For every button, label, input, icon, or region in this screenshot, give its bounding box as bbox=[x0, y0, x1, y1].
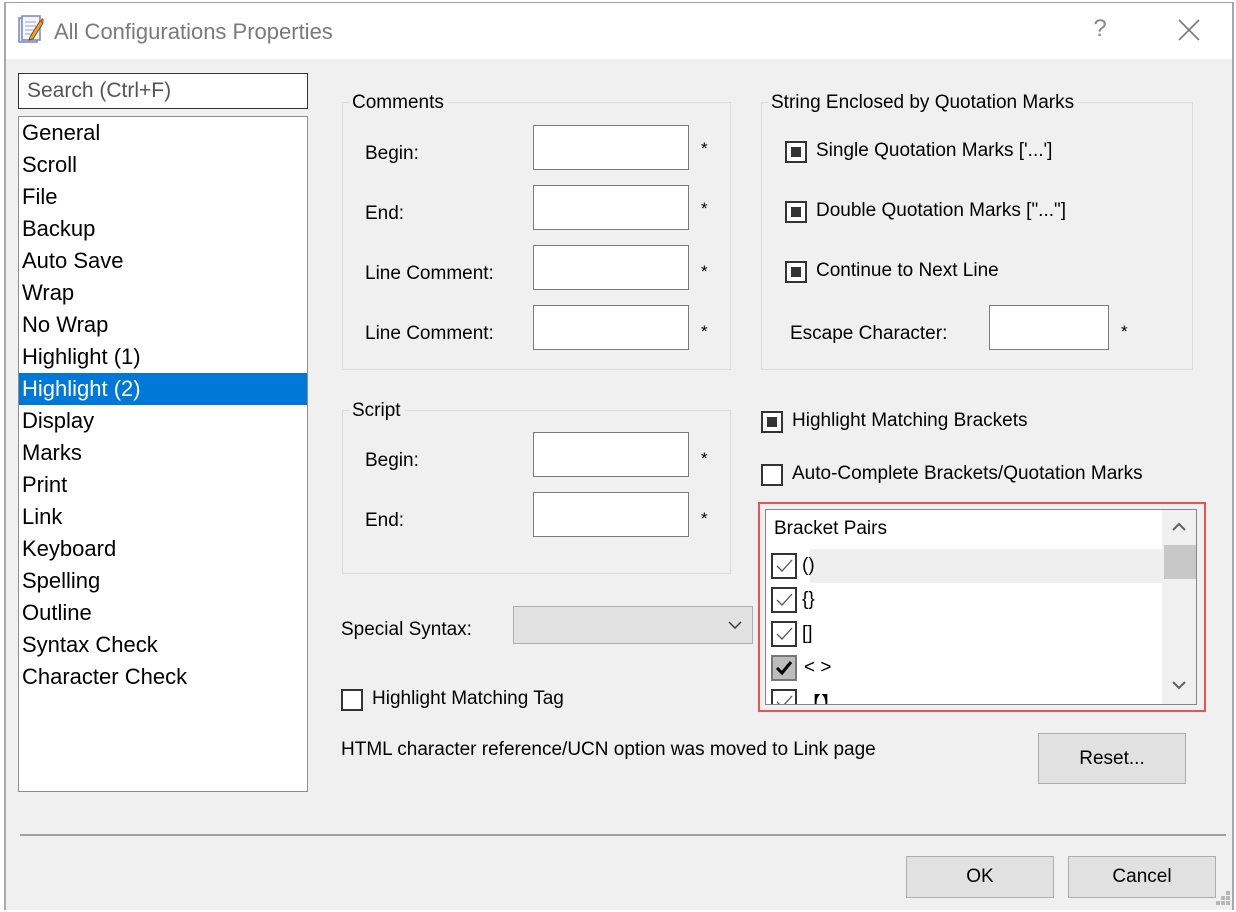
bracket-pair-label: < > bbox=[804, 657, 832, 678]
sidebar-item-backup[interactable]: Backup bbox=[19, 213, 307, 245]
required-marker: * bbox=[701, 139, 708, 158]
help-button[interactable]: ? bbox=[1088, 15, 1112, 43]
sidebar-item-print[interactable]: Print bbox=[19, 469, 307, 501]
special-syntax-label: Special Syntax: bbox=[341, 619, 472, 640]
scrollbar-thumb[interactable] bbox=[1164, 545, 1196, 579]
strings-group-title: String Enclosed by Quotation Marks bbox=[768, 92, 1079, 114]
checkbox-indeterminate[interactable] bbox=[785, 141, 807, 163]
special-syntax-dropdown[interactable] bbox=[513, 606, 753, 644]
footer-separator bbox=[20, 834, 1226, 836]
checkbox-indeterminate[interactable] bbox=[785, 201, 807, 223]
close-icon[interactable] bbox=[1176, 17, 1202, 43]
escape-character-label: Escape Character: bbox=[790, 323, 948, 344]
sidebar-item-wrap[interactable]: Wrap bbox=[19, 277, 307, 309]
sidebar-item-highlight-2[interactable]: Highlight (2) bbox=[19, 373, 307, 405]
notepad-pencil-icon bbox=[18, 15, 44, 43]
reset-button[interactable]: Reset... bbox=[1038, 733, 1186, 784]
comments-end-input[interactable] bbox=[533, 185, 689, 230]
bracket-pair-label: [] bbox=[802, 623, 813, 644]
cancel-button[interactable]: Cancel bbox=[1068, 856, 1216, 898]
required-marker: * bbox=[701, 262, 708, 281]
required-marker: * bbox=[701, 199, 708, 218]
sidebar-item-outline[interactable]: Outline bbox=[19, 597, 307, 629]
required-marker: * bbox=[701, 322, 708, 341]
sidebar-item-link[interactable]: Link bbox=[19, 501, 307, 533]
vertical-scrollbar[interactable] bbox=[1162, 510, 1196, 704]
scroll-down-icon[interactable] bbox=[1171, 680, 1187, 690]
sidebar-item-marks[interactable]: Marks bbox=[19, 437, 307, 469]
required-marker: * bbox=[701, 449, 708, 468]
search-input[interactable]: Search (Ctrl+F) bbox=[18, 73, 308, 109]
check-icon[interactable] bbox=[771, 587, 797, 613]
ok-button[interactable]: OK bbox=[906, 856, 1054, 898]
line-comment-1-label: Line Comment: bbox=[365, 263, 494, 284]
sidebar-item-scroll[interactable]: Scroll bbox=[19, 149, 307, 181]
bracket-pair-item[interactable]: < > bbox=[766, 651, 1162, 685]
window-title: All Configurations Properties bbox=[54, 19, 333, 44]
script-end-label: End: bbox=[365, 510, 405, 531]
sidebar-item-auto-save[interactable]: Auto Save bbox=[19, 245, 307, 277]
comments-begin-input[interactable] bbox=[533, 125, 689, 170]
script-begin-label: Begin: bbox=[365, 450, 419, 471]
line-comment-1-input[interactable] bbox=[533, 245, 689, 290]
resize-grip-icon[interactable] bbox=[1216, 891, 1232, 907]
highlight-matching-brackets-label: Highlight Matching Brackets bbox=[792, 410, 1028, 431]
check-icon[interactable] bbox=[771, 553, 797, 579]
sidebar-item-syntax-check[interactable]: Syntax Check bbox=[19, 629, 307, 661]
continue-next-line-checkbox[interactable]: Continue to Next Line bbox=[785, 260, 1125, 288]
info-text: HTML character reference/UCN option was … bbox=[341, 739, 876, 760]
checkbox-indeterminate[interactable] bbox=[761, 411, 783, 433]
line-comment-2-input[interactable] bbox=[533, 305, 689, 350]
highlight-matching-brackets-checkbox[interactable]: Highlight Matching Brackets bbox=[761, 410, 1101, 438]
bracket-pair-item[interactable]: [] bbox=[766, 617, 1162, 651]
sidebar-item-keyboard[interactable]: Keyboard bbox=[19, 533, 307, 565]
auto-complete-checkbox[interactable]: Auto-Complete Brackets/Quotation Marks bbox=[761, 463, 1191, 491]
comments-begin-label: Begin: bbox=[365, 143, 419, 164]
single-quotes-label: Single Quotation Marks ['...'] bbox=[816, 140, 1053, 161]
sidebar-item-general[interactable]: General bbox=[19, 117, 307, 149]
required-marker: * bbox=[701, 509, 708, 528]
script-end-input[interactable] bbox=[533, 492, 689, 537]
check-icon[interactable] bbox=[771, 655, 797, 681]
highlight-matching-tag-label: Highlight Matching Tag bbox=[372, 688, 564, 709]
check-icon[interactable] bbox=[771, 689, 797, 704]
bracket-pair-label: () bbox=[802, 555, 815, 576]
sidebar-item-highlight-1[interactable]: Highlight (1) bbox=[19, 341, 307, 373]
continue-next-line-label: Continue to Next Line bbox=[816, 260, 999, 281]
bracket-pair-item[interactable]: 【】 bbox=[766, 685, 1162, 705]
bracket-pair-label: 【】 bbox=[802, 694, 841, 705]
sidebar-item-file[interactable]: File bbox=[19, 181, 307, 213]
check-icon[interactable] bbox=[771, 621, 797, 647]
required-marker: * bbox=[1121, 322, 1128, 341]
sidebar-item-spelling[interactable]: Spelling bbox=[19, 565, 307, 597]
scroll-up-icon[interactable] bbox=[1171, 522, 1187, 532]
comments-group-title: Comments bbox=[349, 92, 448, 114]
single-quotes-checkbox[interactable]: Single Quotation Marks ['...'] bbox=[785, 140, 1125, 168]
properties-dialog: All Configurations Properties ? Search (… bbox=[4, 2, 1234, 910]
sidebar-item-no-wrap[interactable]: No Wrap bbox=[19, 309, 307, 341]
sidebar-item-display[interactable]: Display bbox=[19, 405, 307, 437]
line-comment-2-label: Line Comment: bbox=[365, 323, 494, 344]
highlight-matching-tag-checkbox[interactable]: Highlight Matching Tag bbox=[341, 688, 641, 716]
script-begin-input[interactable] bbox=[533, 432, 689, 477]
title-bar: All Configurations Properties ? bbox=[6, 3, 1232, 59]
bracket-pair-label: {} bbox=[802, 589, 815, 610]
category-list[interactable]: General Scroll File Backup Auto Save Wra… bbox=[18, 116, 308, 792]
bracket-pairs-list[interactable]: Bracket Pairs () {} [] < > 【】 bbox=[765, 509, 1197, 705]
checkbox-indeterminate[interactable] bbox=[785, 261, 807, 283]
bracket-pair-item[interactable]: () bbox=[766, 549, 1162, 583]
double-quotes-label: Double Quotation Marks ["..."] bbox=[816, 200, 1067, 221]
escape-character-input[interactable] bbox=[989, 305, 1109, 350]
comments-end-label: End: bbox=[365, 203, 405, 224]
chevron-down-icon bbox=[728, 621, 742, 629]
bracket-pairs-header: Bracket Pairs bbox=[774, 518, 887, 539]
bracket-pair-item[interactable]: {} bbox=[766, 583, 1162, 617]
sidebar-item-character-check[interactable]: Character Check bbox=[19, 661, 307, 693]
checkbox-unchecked[interactable] bbox=[761, 464, 783, 486]
checkbox-unchecked[interactable] bbox=[341, 689, 363, 711]
auto-complete-label: Auto-Complete Brackets/Quotation Marks bbox=[792, 463, 1143, 484]
script-group-title: Script bbox=[349, 400, 405, 422]
double-quotes-checkbox[interactable]: Double Quotation Marks ["..."] bbox=[785, 200, 1125, 228]
